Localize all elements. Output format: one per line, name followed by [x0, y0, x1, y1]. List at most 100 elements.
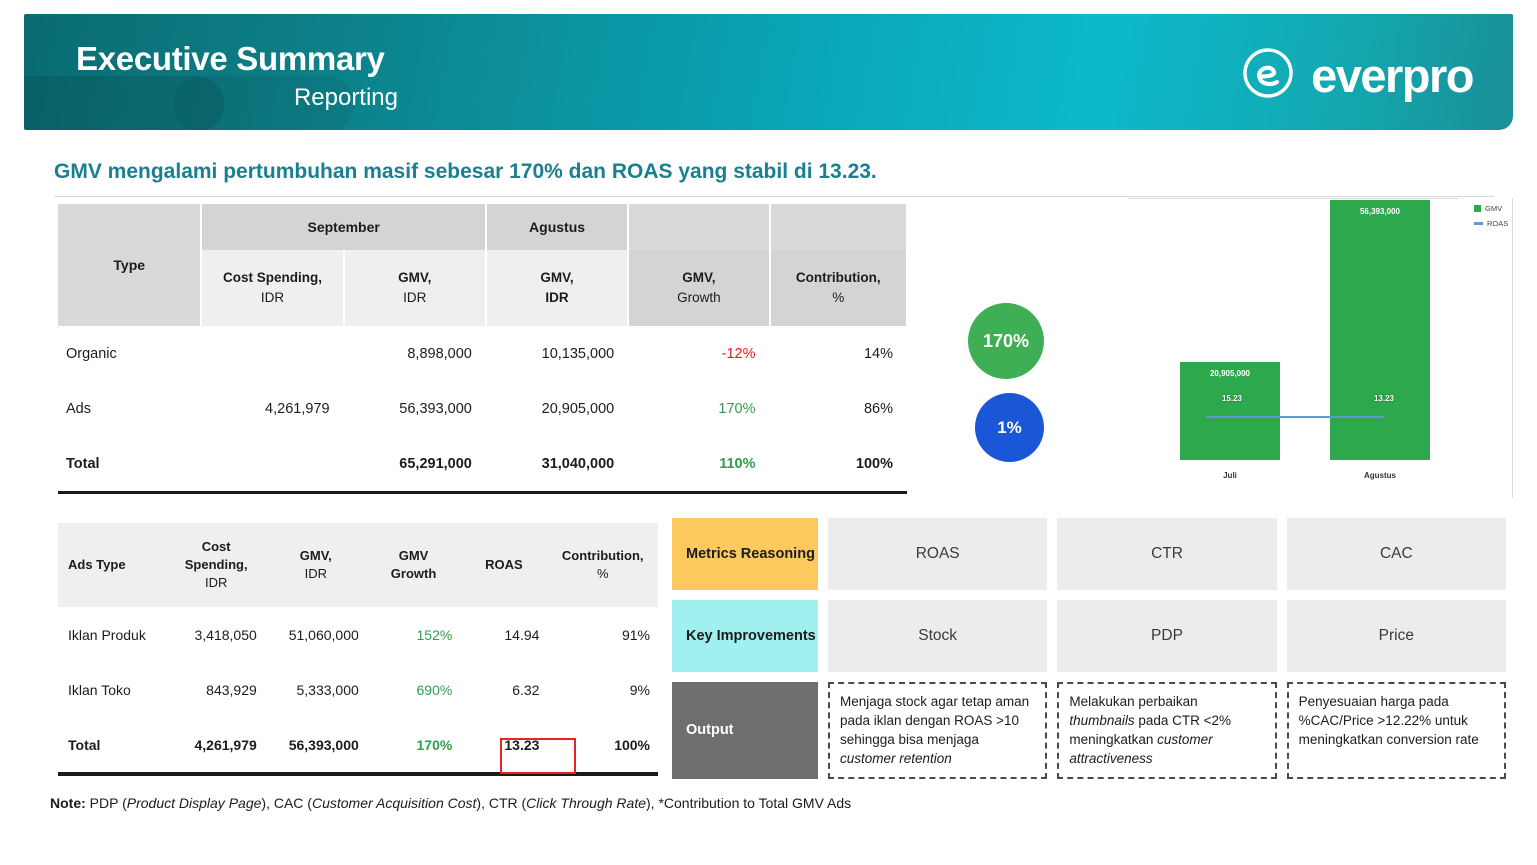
col-gmv-sep-unit: IDR: [403, 290, 427, 305]
x-axis-label-agustus: Agustus: [1364, 471, 1396, 480]
group-header-agustus: Agustus: [485, 204, 630, 250]
column-header-roas: ROAS: [460, 523, 548, 607]
cell-ads-type: Total: [68, 736, 101, 753]
col-gmv-agu-name: GMV,: [540, 270, 574, 286]
gmv-growth-bubble: 170%: [968, 303, 1044, 379]
cell-ads-type: Iklan Produk: [68, 626, 146, 643]
cell-gmv-september: 65,291,000: [399, 455, 472, 472]
column-header-gmv-growth: GMV Growth: [366, 523, 461, 607]
column-header-cost-spending: Cost Spending, IDR: [201, 250, 345, 326]
matrix-row-output: Output Menjaga stock agar tetap aman pad…: [672, 682, 1506, 779]
matrix-cell-improvement-price[interactable]: Price: [1286, 600, 1506, 672]
legend-label-gmv: GMV: [1485, 204, 1503, 213]
matrix-cell-improvement-stock[interactable]: Stock: [828, 600, 1048, 672]
secondary-metric-bubble: 1%: [975, 393, 1044, 462]
everpro-circle-e-icon: [1241, 46, 1295, 105]
matrix-label-metrics-reasoning: Metrics Reasoning: [672, 518, 818, 590]
cell-gmv-agustus: 31,040,000: [541, 455, 615, 472]
column-header-type: Type: [113, 257, 146, 273]
col-gmv-growth-name: GMV,: [682, 270, 716, 286]
col-contribution-unit: %: [832, 290, 845, 305]
col-cost-unit: IDR: [204, 575, 228, 591]
col-gmv-sep-name: GMV,: [398, 270, 432, 286]
cell-cost-spending: [201, 436, 343, 493]
table-row: Iklan Toko 843,929 5,333,000 690% 6.32 9…: [58, 662, 658, 717]
x-axis-label-juli: Juli: [1223, 471, 1237, 480]
summary-table-top: Type September Agustus Cost Spending, ID…: [58, 204, 908, 494]
brand-logo: everpro: [1241, 46, 1474, 105]
col-cost-spending-unit: IDR: [260, 290, 285, 305]
roas-highlight-box: [500, 738, 576, 774]
metrics-matrix: Metrics Reasoning ROAS CTR CAC Key Impro…: [672, 518, 1506, 789]
group-header-blank-1: [628, 204, 771, 250]
page-header: Executive Summary Reporting everpro: [24, 14, 1513, 130]
cell-contribution: 14%: [863, 345, 893, 362]
matrix-cell-metric-ctr[interactable]: CTR: [1057, 518, 1277, 590]
table-row: Ads 4,261,979 56,393,000 20,905,000 170%…: [58, 381, 907, 436]
roas-value-agustus: 13.23: [1373, 394, 1395, 403]
column-header-gmv-growth: GMV, Growth: [628, 250, 771, 326]
cell-gmv: 5,333,000: [296, 681, 359, 698]
footnote-label: Note:: [50, 795, 86, 811]
bar-agustus: 56,393,000: [1330, 200, 1430, 460]
col-contrib-unit: %: [596, 566, 609, 581]
footnote: Note: PDP (Product Display Page), CAC (C…: [50, 795, 851, 811]
table-row: Organic 8,898,000 10,135,000 -12% 14%: [58, 326, 907, 381]
col-gmv-growth-unit: Growth: [677, 290, 721, 305]
matrix-cell-metric-cac[interactable]: CAC: [1286, 518, 1506, 590]
legend-swatch-gmv-icon: [1474, 205, 1481, 212]
column-header-contribution: Contribution, %: [769, 250, 908, 326]
matrix-label-key-improvements: Key Improvements: [672, 600, 818, 672]
cell-gmv-growth: 170%: [416, 736, 453, 753]
column-header-cost-spending: Cost Spending, IDR: [167, 523, 265, 607]
cell-cost-spending: 843,929: [206, 681, 257, 698]
cell-roas: 6.32: [512, 681, 540, 698]
matrix-output-note-price: Penyesuaian harga pada %CAC/Price >12.22…: [1286, 682, 1506, 779]
header-title: Executive Summary: [76, 40, 385, 77]
matrix-cell-improvement-pdp[interactable]: PDP: [1057, 600, 1277, 672]
column-header-contribution: Contribution, %: [547, 523, 658, 607]
cell-contribution: 100%: [855, 455, 893, 472]
cell-cost-spending: 4,261,979: [265, 400, 330, 417]
table-header-row: Ads Type Cost Spending, IDR GMV, IDR GMV…: [58, 523, 658, 607]
cell-gmv-growth: -12%: [721, 345, 756, 362]
col-cost-name: Cost Spending,: [184, 538, 248, 572]
cell-gmv-growth: 170%: [718, 400, 756, 417]
col-contrib-name: Contribution,: [561, 547, 644, 563]
col-gmv-agu-unit: IDR: [545, 290, 569, 305]
roas-line-series: [1206, 416, 1384, 418]
brand-name: everpro: [1311, 49, 1474, 102]
col-gmv-name: GMV,: [299, 547, 332, 563]
cell-type: Ads: [66, 400, 91, 417]
cell-cost-spending: 3,418,050: [194, 626, 257, 643]
cell-gmv: 56,393,000: [288, 736, 359, 753]
chart-legend: GMV ROAS: [1474, 204, 1508, 234]
group-header-september: September: [201, 204, 487, 250]
legend-item-roas: ROAS: [1474, 219, 1508, 228]
group-header-blank-2: [769, 204, 908, 250]
cell-ads-type: Iklan Toko: [68, 681, 131, 698]
cell-cost-spending: [201, 326, 343, 381]
matrix-row-metrics-reasoning: Metrics Reasoning ROAS CTR CAC: [672, 518, 1506, 590]
cell-gmv-agustus: 20,905,000: [541, 400, 615, 417]
cell-gmv-september: 8,898,000: [407, 345, 472, 362]
header-subtitle: Reporting: [293, 84, 398, 111]
chart-right-divider: [1512, 198, 1513, 498]
table-row-total: Total 65,291,000 31,040,000 110% 100%: [58, 436, 907, 493]
cell-gmv-growth: 690%: [416, 681, 453, 698]
col-gmv-unit: IDR: [304, 566, 327, 581]
table-group-header-row: Type September Agustus: [58, 204, 908, 326]
cell-roas: 14.94: [504, 626, 540, 643]
cell-contribution: 86%: [863, 400, 893, 417]
cell-contribution: 91%: [621, 626, 650, 643]
bar-juli: 20,905,000: [1180, 362, 1280, 460]
matrix-cell-metric-roas[interactable]: ROAS: [828, 518, 1048, 590]
col-cost-spending-name: Cost Spending,: [223, 270, 322, 286]
column-header-gmv-september: GMV, IDR: [343, 250, 487, 326]
table-row: Iklan Produk 3,418,050 51,060,000 152% 1…: [58, 607, 658, 662]
cell-type: Organic: [66, 345, 117, 362]
col-growth-name: GMV: [398, 547, 429, 563]
chart-plot-area: 20,905,000 56,393,000 15.23 13.23 Juli A…: [1128, 198, 1466, 486]
column-header-gmv-agustus: GMV, IDR: [485, 250, 630, 326]
cell-gmv-growth: 152%: [416, 626, 453, 643]
